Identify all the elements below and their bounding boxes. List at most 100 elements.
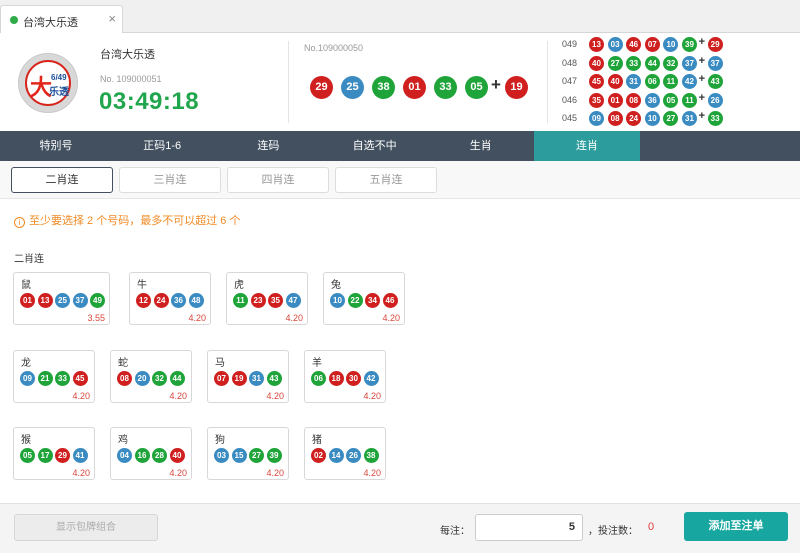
- plus-sign: +: [698, 91, 706, 104]
- zodiac-odds: 4.20: [72, 391, 90, 401]
- ball: 46: [382, 293, 398, 308]
- special-ball: 33: [707, 111, 723, 126]
- ball: 12: [136, 293, 151, 308]
- zodiac-name: 鸡: [118, 435, 128, 446]
- show-combinations-button[interactable]: 显示包牌组合: [14, 514, 158, 541]
- ball: 38: [363, 448, 379, 463]
- ball: 42: [363, 371, 379, 386]
- ball: 32: [663, 55, 679, 71]
- ball: 31: [249, 371, 264, 386]
- ball: 18: [328, 371, 344, 386]
- zodiac-card[interactable]: 狗 03 15 27 39 4.20: [207, 427, 289, 480]
- zodiac-name: 鼠: [21, 280, 31, 291]
- logo-lotto-text: 乐透: [49, 87, 69, 98]
- zodiac-card[interactable]: 蛇 08 20 32 44 4.20: [110, 350, 192, 403]
- subtab-0[interactable]: 二肖连: [11, 167, 113, 193]
- zodiac-card[interactable]: 鸡 04 16 28 40 4.20: [110, 427, 192, 480]
- ball: 40: [607, 74, 623, 89]
- tab-bar: 台湾大乐透 ×: [0, 0, 800, 34]
- ball: 16: [134, 448, 150, 463]
- ball: 21: [37, 371, 53, 386]
- ball: 43: [266, 371, 282, 386]
- section-title: 二肖连: [14, 254, 44, 265]
- nav-item-1[interactable]: 正码1-6: [109, 131, 215, 161]
- ball: 46: [626, 37, 642, 52]
- ball: 34: [365, 293, 380, 308]
- subtab-3[interactable]: 五肖连: [335, 167, 437, 193]
- plus-sign: +: [698, 73, 706, 85]
- zodiac-card[interactable]: 猴 05 17 29 41 4.20: [13, 427, 95, 480]
- nav-item-2[interactable]: 连码: [215, 131, 321, 161]
- special-ball: 29: [707, 37, 723, 52]
- ball: 44: [169, 371, 185, 386]
- ball: 41: [72, 448, 88, 463]
- ball: 06: [311, 371, 326, 386]
- ball: 24: [626, 111, 642, 126]
- zodiac-card[interactable]: 猪 02 14 26 38 4.20: [304, 427, 386, 480]
- zodiac-name: 猴: [21, 435, 31, 446]
- ball: 32: [152, 371, 167, 386]
- zodiac-card[interactable]: 龙 09 21 33 45 4.20: [13, 350, 95, 403]
- zodiac-card[interactable]: 牛 12 24 36 48 4.20: [129, 272, 211, 325]
- bet-amount-input[interactable]: 5: [475, 514, 583, 541]
- nav-item-4[interactable]: 生肖: [428, 131, 534, 161]
- nav-item-3[interactable]: 自选不中: [322, 131, 428, 161]
- plus-sign: +: [698, 54, 706, 67]
- ball: 08: [607, 111, 623, 126]
- zodiac-name: 马: [215, 358, 225, 369]
- subtab-1[interactable]: 三肖连: [119, 167, 221, 193]
- zodiac-name: 狗: [215, 435, 225, 446]
- logo-649: 6/49: [51, 73, 67, 82]
- ball: 10: [644, 111, 660, 126]
- ball: 22: [347, 293, 363, 308]
- history-issue: 049: [562, 39, 578, 49]
- zodiac-card[interactable]: 鼠 01 13 25 37 49 3.55: [13, 272, 110, 325]
- ball: 42: [682, 74, 697, 89]
- ball: 37: [72, 293, 88, 308]
- zodiac-card[interactable]: 马 07 19 31 43 4.20: [207, 350, 289, 403]
- zodiac-card[interactable]: 兔 10 22 34 46 4.20: [323, 272, 405, 325]
- add-to-slip-button[interactable]: 添加至注单: [684, 512, 788, 541]
- tab-close-icon[interactable]: ×: [108, 11, 116, 26]
- tab-taiwan-lotto[interactable]: 台湾大乐透 ×: [0, 5, 123, 34]
- ball: 31: [682, 111, 697, 126]
- ball: 05: [20, 448, 35, 463]
- history-issue: 048: [562, 57, 578, 68]
- ball: 24: [153, 293, 169, 308]
- history-row: 047 45 40 31 06 11 42 +43: [562, 73, 800, 90]
- history-row: 049 13 03 46 07 10 39 +29: [562, 36, 800, 53]
- ball: 04: [117, 448, 132, 463]
- zodiac-card[interactable]: 羊 06 18 30 42 4.20: [304, 350, 386, 403]
- zodiac-name: 虎: [234, 280, 244, 291]
- plus-sign: +: [491, 75, 501, 94]
- ball: 49: [90, 293, 105, 308]
- header-divider: [547, 41, 548, 123]
- subtab-2[interactable]: 四肖连: [227, 167, 329, 193]
- bet-count-label: ，投注数：: [588, 526, 638, 537]
- ball: 25: [341, 76, 364, 99]
- ball: 27: [249, 448, 264, 463]
- nav-item-5[interactable]: 连肖: [534, 131, 640, 161]
- history-issue: 046: [562, 94, 578, 105]
- ball: 47: [285, 293, 301, 308]
- ball: 11: [682, 92, 697, 108]
- zodiac-name: 猪: [312, 435, 322, 446]
- zodiac-name: 蛇: [118, 358, 128, 369]
- ball: 36: [171, 293, 186, 308]
- history-row: 046 35 01 08 36 05 11 +26: [562, 91, 800, 109]
- zodiac-card[interactable]: 虎 11 23 35 47 4.20: [226, 272, 308, 325]
- history-issue: 047: [562, 76, 578, 86]
- ball: 33: [434, 76, 457, 99]
- ball: 02: [311, 448, 326, 463]
- zodiac-name: 牛: [137, 280, 147, 291]
- ball: 15: [231, 448, 247, 463]
- ball: 29: [310, 76, 333, 99]
- zodiac-odds: 4.20: [363, 468, 381, 478]
- zodiac-name: 羊: [312, 358, 322, 369]
- zodiac-name: 兔: [331, 280, 341, 291]
- info-icon: i: [14, 217, 25, 228]
- ball: 13: [37, 293, 53, 308]
- nav-item-0[interactable]: 特别号: [3, 131, 109, 161]
- ball: 07: [644, 37, 660, 52]
- ball: 06: [644, 74, 660, 89]
